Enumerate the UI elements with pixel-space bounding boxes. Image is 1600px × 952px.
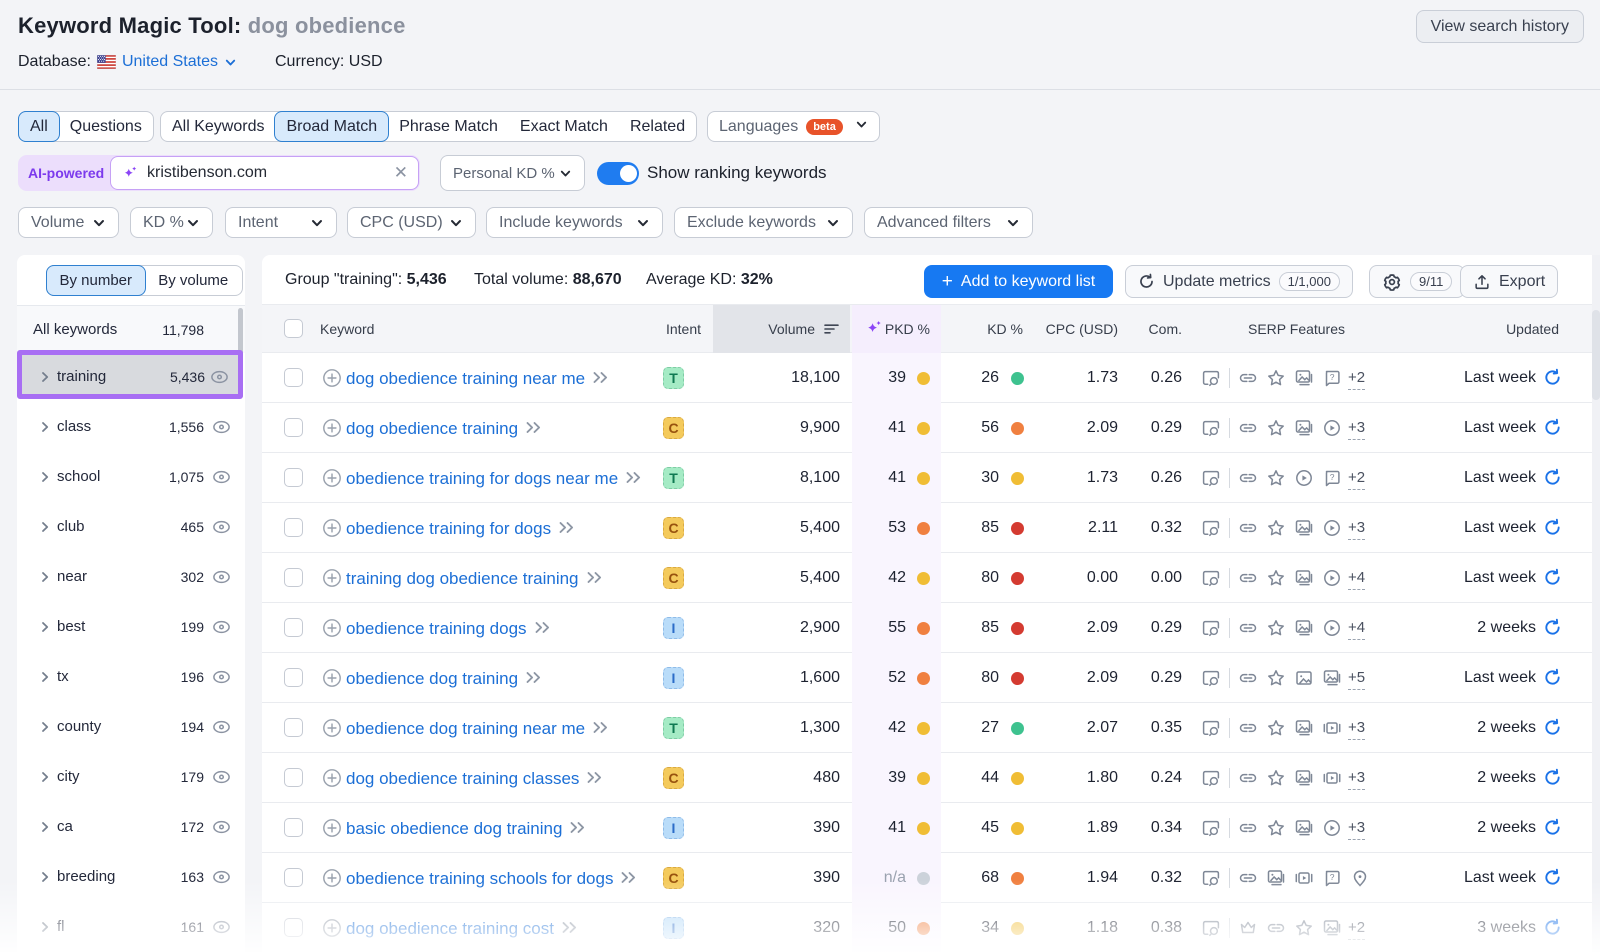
svg-text:?: ? bbox=[1330, 372, 1335, 382]
svg-text:?: ? bbox=[1330, 472, 1335, 482]
svg-text:?: ? bbox=[1330, 872, 1335, 882]
